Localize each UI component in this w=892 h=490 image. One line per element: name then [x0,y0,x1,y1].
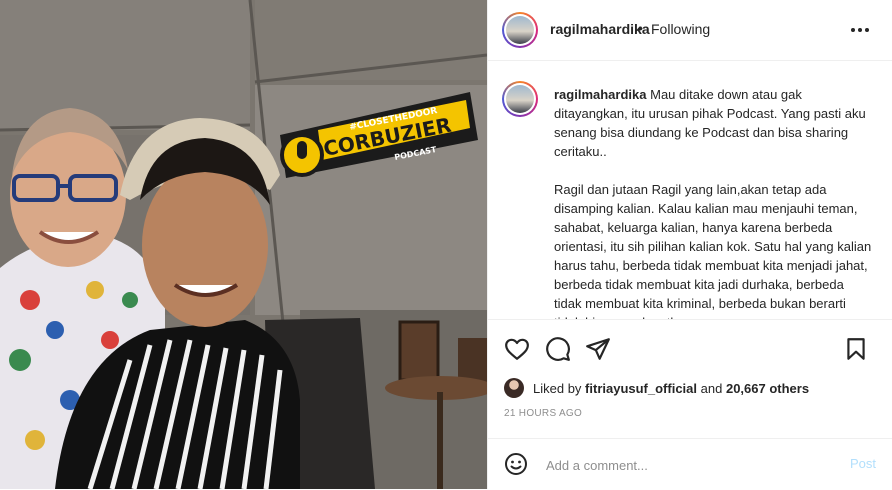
comment-input[interactable] [544,453,818,477]
follow-status-button[interactable]: Following [651,21,710,37]
liker-avatar[interactable] [504,378,524,398]
author-avatar[interactable] [502,12,538,48]
caption-username[interactable]: ragilmahardika [554,87,647,102]
post-photo-illustration: #CLOSETHEDOOR CORBUZIER PODCAST [0,0,487,489]
post-header: ragilmahardika • Following [488,0,892,61]
paper-plane-icon[interactable] [585,336,611,362]
caption-text: ragilmahardika Mau ditake down atau gak … [554,85,872,319]
instagram-post: #CLOSETHEDOOR CORBUZIER PODCAST ragilmah… [0,0,892,489]
likes-prefix: Liked by [533,380,582,396]
caption-section: ragilmahardika Mau ditake down atau gak … [488,61,892,320]
caption-body: Mau ditake down atau gak ditayangkan, it… [554,87,872,319]
caption-author-avatar[interactable] [502,81,538,117]
comment-icon[interactable] [545,336,571,362]
post-details-panel: ragilmahardika • Following ragilmahardik… [487,0,892,489]
heart-icon[interactable] [504,336,530,362]
comment-bar: Post [488,438,892,490]
more-options-icon[interactable] [848,18,872,42]
smiley-icon[interactable] [504,452,528,476]
author-avatar-image [506,16,534,44]
liker-username[interactable]: fitriayusuf_official [585,381,697,396]
likes-others-link[interactable]: 20,667 others [726,381,809,396]
post-comment-button[interactable]: Post [850,456,876,471]
header-separator: • [638,20,643,36]
likes-summary: Liked by fitriayusuf_official and 20,667… [504,377,809,399]
bookmark-icon[interactable] [843,336,869,362]
likes-middle: and [700,380,723,396]
author-username[interactable]: ragilmahardika [550,21,650,37]
post-photo[interactable]: #CLOSETHEDOOR CORBUZIER PODCAST [0,0,487,489]
action-bar [488,332,892,366]
post-timestamp[interactable]: 21 HOURS AGO [504,408,582,419]
